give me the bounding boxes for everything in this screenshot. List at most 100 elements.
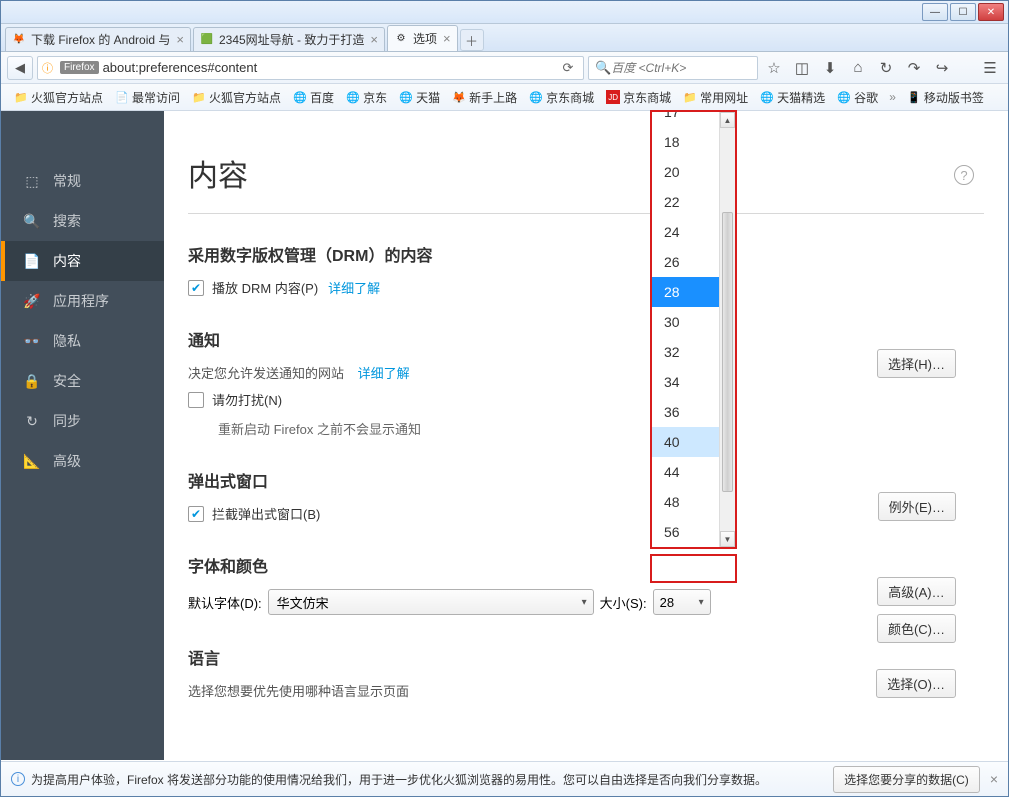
info-bar: i 为提高用户体验，Firefox 将发送部分功能的使用情况给我们，用于进一步优… <box>1 761 1008 796</box>
search-input[interactable] <box>611 61 768 75</box>
languages-choose-button[interactable]: 选择(O)… <box>876 669 956 698</box>
general-icon: ⬚ <box>23 172 41 190</box>
browser-tab-active[interactable]: ⚙ 选项 × <box>387 25 458 51</box>
notifications-section: 通知 决定您允许发送通知的网站 详细了解 请勿打扰(N) 重新启动 Firefo… <box>188 327 984 438</box>
address-bar[interactable]: ⓘ Firefox about:preferences#content ⟳ <box>37 56 584 80</box>
globe-icon: 🌐 <box>293 90 307 104</box>
tab-label: 选项 <box>413 30 437 47</box>
back-button[interactable]: ◀ <box>7 56 33 80</box>
menu-icon[interactable]: ☰ <box>978 56 1002 80</box>
globe-icon: 🌐 <box>837 90 851 104</box>
tab-close-icon[interactable]: × <box>176 32 184 47</box>
pocket-icon[interactable]: ◫ <box>790 56 814 80</box>
globe-icon: 🌐 <box>760 90 774 104</box>
window-titlebar: — ☐ ✕ <box>1 1 1008 24</box>
bookmark-item[interactable]: 📄最常访问 <box>110 87 185 108</box>
jd-icon: JD <box>606 90 620 104</box>
lock-icon: 🔒 <box>23 372 41 390</box>
section-heading: 语言 <box>188 645 984 669</box>
font-size-select[interactable]: 28 <box>653 589 711 615</box>
forward-icon[interactable]: ↪ <box>930 56 954 80</box>
checkbox-label: 请勿打扰(N) <box>212 390 282 409</box>
learn-more-link[interactable]: 详细了解 <box>328 278 380 297</box>
default-font-select[interactable]: 华文仿宋 <box>268 589 594 615</box>
downloads-icon[interactable]: ⬇ <box>818 56 842 80</box>
globe-icon: 🌐 <box>346 90 360 104</box>
popup-exceptions-button[interactable]: 例外(E)… <box>878 492 956 521</box>
home-icon[interactable]: ⌂ <box>846 56 870 80</box>
sidebar-item-content[interactable]: 📄内容 <box>1 241 164 281</box>
identity-label: Firefox <box>60 61 99 74</box>
infobar-close-icon[interactable]: × <box>990 771 998 787</box>
url-text: about:preferences#content <box>103 60 557 75</box>
close-button[interactable]: ✕ <box>978 3 1004 21</box>
bookmark-item[interactable]: 📁常用网址 <box>678 87 753 108</box>
mobile-icon: 📱 <box>907 90 921 104</box>
bookmark-item[interactable]: 📁火狐官方站点 <box>187 87 286 108</box>
checkbox-label: 拦截弹出式窗口(B) <box>212 504 320 523</box>
rocket-icon: 🚀 <box>23 292 41 310</box>
fonts-advanced-button[interactable]: 高级(A)… <box>877 577 956 606</box>
size-label: 大小(S): <box>600 593 647 612</box>
new-tab-button[interactable]: ＋ <box>460 29 484 51</box>
bookmark-item[interactable]: 🌐京东商城 <box>524 87 599 108</box>
bookmark-item[interactable]: 🌐天猫 <box>394 87 445 108</box>
maximize-button[interactable]: ☐ <box>950 3 976 21</box>
content-icon: 📄 <box>23 252 41 270</box>
gear-icon: ⚙ <box>394 32 408 46</box>
section-heading: 采用数字版权管理（DRM）的内容 <box>188 242 984 266</box>
bookmark-item[interactable]: 📱移动版书签 <box>902 87 989 108</box>
minimize-button[interactable]: — <box>922 3 948 21</box>
dnd-checkbox[interactable] <box>188 392 204 408</box>
bookmark-item[interactable]: JD京东商城 <box>601 87 676 108</box>
notifications-choose-button[interactable]: 选择(H)… <box>877 349 956 378</box>
mask-icon: 👓 <box>23 332 41 350</box>
bookmark-item[interactable]: 🌐百度 <box>288 87 339 108</box>
tab-close-icon[interactable]: × <box>370 32 378 47</box>
sidebar-item-privacy[interactable]: 👓隐私 <box>1 321 164 361</box>
globe-icon: 🌐 <box>399 90 413 104</box>
scroll-up-icon[interactable]: ▲ <box>720 112 735 128</box>
block-popups-checkbox[interactable]: ✔ <box>188 506 204 522</box>
bookmarks-toolbar: 📁火狐官方站点 📄最常访问 📁火狐官方站点 🌐百度 🌐京东 🌐天猫 🦊新手上路 … <box>1 84 1008 111</box>
browser-tab[interactable]: 🟩 2345网址导航 - 致力于打造 × <box>193 27 385 51</box>
drm-checkbox[interactable]: ✔ <box>188 280 204 296</box>
sidebar-item-security[interactable]: 🔒安全 <box>1 361 164 401</box>
fonts-section: 字体和颜色 默认字体(D): 华文仿宋 大小(S): 28 高级(A)… 颜色(… <box>188 553 984 615</box>
sidebar-item-search[interactable]: 🔍搜索 <box>1 201 164 241</box>
help-icon[interactable]: ? <box>954 165 974 185</box>
dropdown-scrollbar[interactable]: ▲ ▼ <box>719 112 735 547</box>
font-size-dropdown[interactable]: 171820222426283032343640444856 ▲ ▼ <box>650 110 737 549</box>
identity-icon: ⓘ <box>42 60 58 76</box>
history-icon[interactable]: ↷ <box>902 56 926 80</box>
scrollbar-thumb[interactable] <box>722 212 733 492</box>
preferences-sidebar: ⬚常规 🔍搜索 📄内容 🚀应用程序 👓隐私 🔒安全 ↻同步 📐高级 <box>1 111 164 760</box>
reload-icon[interactable]: ⟳ <box>557 58 579 78</box>
sidebar-item-advanced[interactable]: 📐高级 <box>1 441 164 481</box>
sidebar-item-applications[interactable]: 🚀应用程序 <box>1 281 164 321</box>
drm-section: 采用数字版权管理（DRM）的内容 ✔ 播放 DRM 内容(P) 详细了解 <box>188 242 984 297</box>
sidebar-item-sync[interactable]: ↻同步 <box>1 401 164 441</box>
tab-bar: 🦊 下载 Firefox 的 Android 与 × 🟩 2345网址导航 - … <box>1 24 1008 52</box>
bookmark-item[interactable]: 🦊新手上路 <box>447 87 522 108</box>
bookmark-item[interactable]: 🌐谷歌 <box>832 87 883 108</box>
learn-more-link[interactable]: 详细了解 <box>358 366 410 381</box>
tab-label: 下载 Firefox 的 Android 与 <box>31 31 170 48</box>
info-text: 为提高用户体验，Firefox 将发送部分功能的使用情况给我们，用于进一步优化火… <box>31 771 767 788</box>
bookmark-item[interactable]: 🌐天猫精选 <box>755 87 830 108</box>
sidebar-item-general[interactable]: ⬚常规 <box>1 161 164 201</box>
tab-close-icon[interactable]: × <box>443 31 451 46</box>
bookmark-item[interactable]: 📁火狐官方站点 <box>9 87 108 108</box>
share-data-button[interactable]: 选择您要分享的数据(C) <box>833 766 980 793</box>
nav-toolbar: ◀ ⓘ Firefox about:preferences#content ⟳ … <box>1 52 1008 84</box>
overflow-icon[interactable]: » <box>889 90 896 104</box>
globe-icon: 🌐 <box>529 90 543 104</box>
colors-button[interactable]: 颜色(C)… <box>877 614 956 643</box>
sync-icon[interactable]: ↻ <box>874 56 898 80</box>
browser-tab[interactable]: 🦊 下载 Firefox 的 Android 与 × <box>5 27 191 51</box>
bookmark-star-icon[interactable]: ☆ <box>762 56 786 80</box>
scroll-down-icon[interactable]: ▼ <box>720 531 735 547</box>
bookmark-item[interactable]: 🌐京东 <box>341 87 392 108</box>
checkbox-label: 播放 DRM 内容(P) <box>212 278 318 297</box>
search-bar[interactable]: 🔍 <box>588 56 758 80</box>
